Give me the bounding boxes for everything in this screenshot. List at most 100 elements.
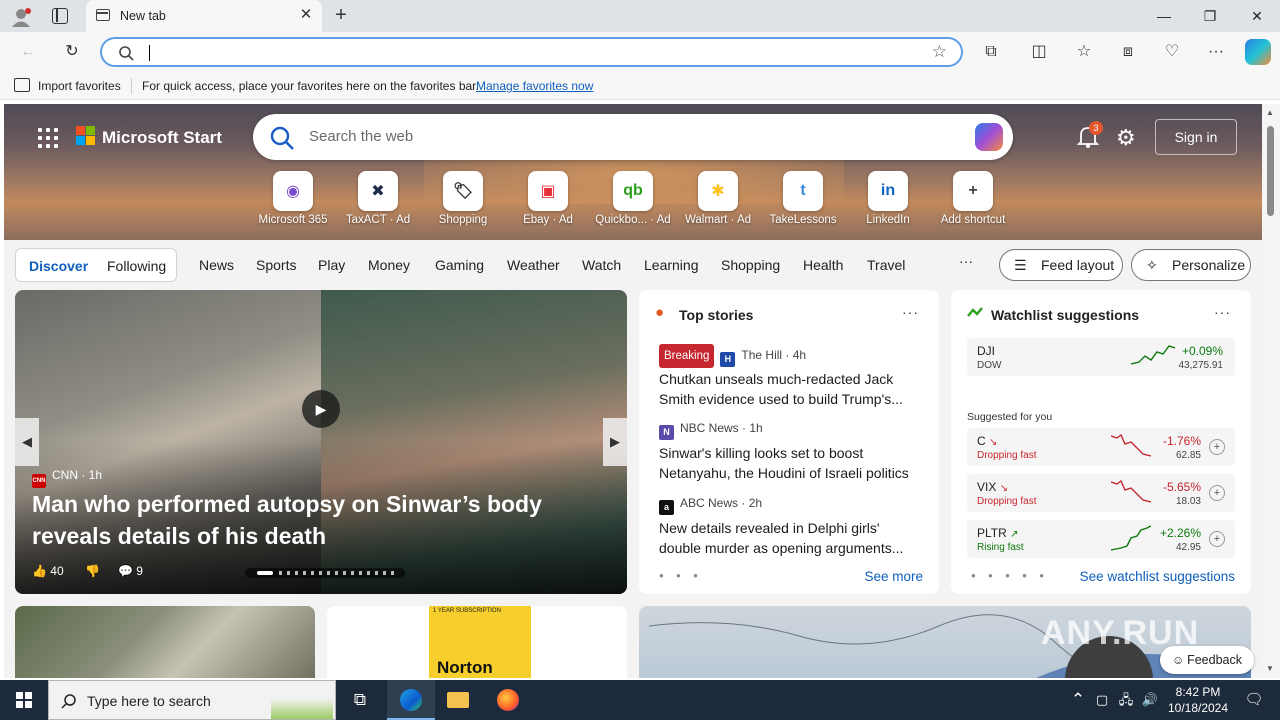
shortcut-walmart[interactable]: ✱ Walmart · Ad [675, 171, 761, 226]
copilot-icon[interactable] [975, 123, 1003, 151]
shortcut-taxact[interactable]: ✖ TaxACT · Ad [335, 171, 421, 226]
back-icon[interactable]: ← [17, 41, 39, 63]
story-title[interactable]: Sinwar's killing looks set to boost Neta… [659, 443, 921, 483]
comments-button[interactable]: 💬 9 [118, 564, 143, 578]
dislike-button[interactable]: 👎 [85, 564, 100, 578]
see-more-link[interactable]: See more [864, 569, 923, 584]
feed-layout-button[interactable]: ☰ Feed layout [999, 249, 1123, 281]
firefox-icon[interactable] [484, 680, 532, 720]
story-age: 1h [88, 468, 103, 482]
nav-learning[interactable]: Learning [644, 257, 699, 273]
taskbar-search[interactable]: Type here to search [48, 680, 336, 720]
scrollbar-thumb[interactable] [1267, 126, 1274, 216]
stock-row-pltr[interactable]: PLTR ↗ Rising fast +2.26% 42.95 + [967, 520, 1235, 558]
trend-down-icon: ↘ [989, 437, 998, 448]
nav-travel[interactable]: Travel [867, 257, 905, 273]
feed-tabs: Discover Following [15, 248, 177, 282]
weather-map-card[interactable]: ANY.RUN [639, 606, 1251, 678]
settings-more-icon[interactable]: ··· [1205, 41, 1227, 63]
shortcut-microsoft-365[interactable]: ◉ Microsoft 365 [250, 171, 336, 226]
stock-row-c[interactable]: C ↘ Dropping fast -1.76% 62.85 + [967, 428, 1235, 466]
notifications-icon[interactable]: 3 [1076, 121, 1103, 150]
restore-button[interactable]: ❐ [1187, 4, 1233, 28]
new-tab-button[interactable]: + [330, 4, 352, 28]
shortcut-linkedin[interactable]: in LinkedIn [845, 171, 931, 226]
shortcut-takelessons[interactable]: t TakeLessons [760, 171, 846, 226]
personalize-button[interactable]: ✧ Personalize [1131, 249, 1251, 281]
carousel-next-button[interactable]: ▶ [603, 418, 627, 466]
nav-play[interactable]: Play [318, 257, 345, 273]
settings-gear-icon[interactable]: ⚙ [1116, 125, 1136, 151]
sign-in-button[interactable]: Sign in [1155, 119, 1237, 155]
nav-gaming[interactable]: Gaming [435, 257, 484, 273]
nav-news[interactable]: News [199, 257, 234, 273]
minimize-button[interactable]: — [1141, 4, 1187, 28]
split-screen-icon[interactable]: ◫ [1028, 41, 1050, 63]
nav-health[interactable]: Health [803, 257, 843, 273]
nav-shopping[interactable]: Shopping [721, 257, 780, 273]
notification-center-icon[interactable]: 🗨 [1232, 680, 1276, 720]
extensions-icon[interactable]: ⧉ [980, 41, 1002, 63]
tab-new-tab[interactable]: New tab ✕ [86, 0, 322, 32]
norton-ad-card[interactable]: 1 YEAR SUBSCRIPTION Norton [327, 606, 627, 678]
story-title[interactable]: Chutkan unseals much-redacted Jack Smith… [659, 369, 921, 409]
watchlist-more-button[interactable]: ··· [1214, 304, 1231, 320]
file-explorer-icon[interactable] [434, 680, 482, 720]
more-categories-button[interactable]: ··· [959, 253, 973, 269]
story-title[interactable]: New details revealed in Delphi girls' do… [659, 518, 921, 558]
stock-row-vix[interactable]: VIX ↘ Dropping fast -5.65% 18.03 + [967, 474, 1235, 512]
app-launcher-icon[interactable] [38, 128, 58, 148]
shortcut-label: Add shortcut [940, 214, 1006, 226]
dow-index-row[interactable]: DJI DOW +0.09% 43,275.91 [967, 338, 1235, 376]
tab-actions-icon[interactable] [52, 8, 68, 24]
import-favorites-icon[interactable] [14, 78, 30, 92]
system-clock[interactable]: 8:42 PM 10/18/2024 [1160, 684, 1236, 716]
scroll-up-icon[interactable]: ▲ [1266, 108, 1274, 117]
like-count: 40 [50, 564, 64, 578]
stock-price: 18.03 [1175, 496, 1201, 507]
like-button[interactable]: 👍 40 [32, 564, 64, 578]
top-stories-more-button[interactable]: ··· [902, 304, 919, 320]
scroll-down-icon[interactable]: ▼ [1266, 664, 1274, 673]
task-view-icon[interactable]: ⧉ [336, 680, 384, 720]
play-video-icon[interactable]: ▶ [302, 390, 340, 428]
favorite-star-icon[interactable]: ☆ [932, 42, 947, 62]
profile-icon[interactable] [10, 6, 32, 28]
refresh-icon[interactable]: ↻ [61, 41, 83, 63]
windows-start-icon[interactable] [0, 680, 48, 720]
story-card-photo[interactable] [15, 606, 315, 678]
carousel-previous-button[interactable]: ◀ [15, 418, 39, 466]
close-window-button[interactable]: ✕ [1234, 4, 1280, 28]
tab-following[interactable]: Following [107, 258, 166, 274]
story-item[interactable]: N NBC News · 1h Sinwar's killing looks set… [659, 418, 921, 483]
featured-story-card[interactable]: ▶ ◀ ▶ CNN CNN · 1h Man who performed auto… [15, 290, 627, 594]
add-to-watchlist-button[interactable]: + [1209, 485, 1225, 501]
import-favorites-button[interactable]: Import favorites [38, 79, 121, 93]
shortcut-quickbooks[interactable]: qb Quickbo... · Ad [590, 171, 676, 226]
tab-discover[interactable]: Discover [29, 258, 88, 274]
add-to-watchlist-button[interactable]: + [1209, 439, 1225, 455]
nav-money[interactable]: Money [368, 257, 410, 273]
nav-weather[interactable]: Weather [507, 257, 560, 273]
shortcut-ebay[interactable]: ▣ Ebay · Ad [505, 171, 591, 226]
story-headline[interactable]: Man who performed autopsy on Sinwar’s bo… [32, 488, 592, 552]
nav-sports[interactable]: Sports [256, 257, 296, 273]
see-watchlist-link[interactable]: See watchlist suggestions [1080, 569, 1235, 584]
shortcut-add[interactable]: + Add shortcut [930, 171, 1016, 226]
manage-favorites-link[interactable]: Manage favorites now [476, 79, 593, 93]
close-tab-icon[interactable]: ✕ [298, 7, 314, 23]
favorites-icon[interactable]: ☆ [1073, 41, 1095, 63]
story-item[interactable]: Breaking H The Hill · 4h Chutkan unseals mu… [659, 344, 921, 409]
collections-icon[interactable]: ⧈ [1117, 41, 1139, 63]
edge-taskbar-icon[interactable] [387, 680, 435, 720]
page-scrollbar[interactable]: ▲ ▼ [1262, 104, 1280, 678]
story-item[interactable]: a ABC News · 2h New details revealed in De… [659, 493, 921, 558]
feedback-button[interactable]: ☺ Feedback [1160, 646, 1254, 674]
web-search-box[interactable]: Search the web [253, 114, 1013, 160]
nav-watch[interactable]: Watch [582, 257, 621, 273]
browser-essentials-icon[interactable]: ♡ [1161, 41, 1183, 63]
shortcut-shopping-tag[interactable]: 🏷 Shopping [420, 171, 506, 226]
address-bar[interactable]: ☆ [100, 37, 963, 67]
copilot-icon[interactable] [1245, 39, 1271, 65]
add-to-watchlist-button[interactable]: + [1209, 531, 1225, 547]
